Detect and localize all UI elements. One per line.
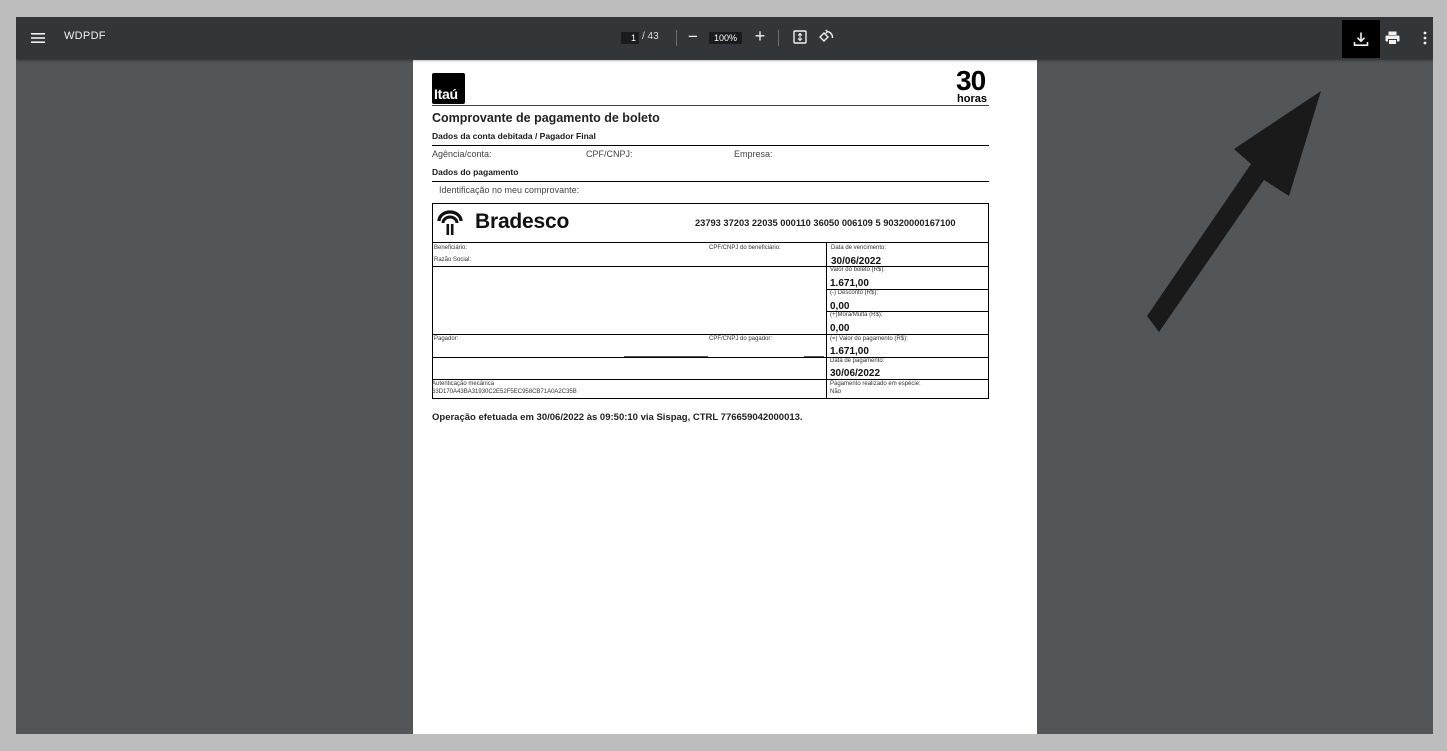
- pdf-page: Itaú 30 horas Comprovante de pagamento d…: [413, 60, 1037, 734]
- print-button[interactable]: [1382, 28, 1402, 48]
- header-rule: [432, 105, 989, 106]
- identificacao-label: Identificação no meu comprovante:: [439, 185, 580, 195]
- zoom-in-button[interactable]: +: [751, 26, 769, 46]
- boleto-rule: [432, 242, 989, 243]
- bank-name: Bradesco: [475, 210, 570, 233]
- desconto-label: (-) Desconto (R$):: [830, 290, 879, 296]
- section-payment-data: Dados do pagamento: [432, 167, 519, 177]
- section-rule: [432, 181, 989, 182]
- razao-social-label: Razão Social:: [434, 257, 472, 263]
- itau-logo-text: Itaú: [434, 86, 458, 102]
- more-options-button[interactable]: [1419, 28, 1431, 48]
- boleto-rule: [432, 357, 989, 358]
- pagamento-especie-label: Pagamento realizado em espécie:: [830, 381, 921, 387]
- fit-to-page-button[interactable]: [791, 28, 809, 46]
- toolbar-separator: [676, 30, 677, 46]
- mora-value: 0,00: [830, 323, 850, 334]
- cpf-label: CPF/CNPJ:: [586, 149, 633, 159]
- data-pagamento-value: 30/06/2022: [830, 368, 881, 379]
- mora-label: (+)Mora/Multa (R$):: [830, 312, 883, 318]
- itau-logo: Itaú: [432, 73, 465, 104]
- section-rule: [432, 145, 989, 146]
- badge-word: horas: [957, 93, 987, 105]
- section-debit-account: Dados da conta debitada / Pagador Final: [432, 131, 596, 141]
- toolbar-separator: [778, 30, 779, 46]
- vencimento-label: Data de vencimento:: [831, 245, 887, 251]
- pagador-label: Pagador:: [434, 336, 459, 342]
- autenticacao-label: Autenticação mecânica: [432, 381, 495, 387]
- valor-boleto-label: Valor do boleto (R$):: [830, 267, 885, 273]
- beneficiario-label: Beneficiário:: [434, 245, 468, 251]
- agencia-label: Agência/conta:: [432, 149, 492, 159]
- rotate-button[interactable]: [817, 27, 837, 47]
- download-icon: [1353, 32, 1369, 46]
- bradesco-logo-icon: [437, 210, 463, 235]
- autenticacao-value: 63D170A43BA31930C2E52F5EC958CB71A0A2C35B: [432, 389, 577, 395]
- boleto-rule: [432, 266, 989, 267]
- boleto-rule: [432, 334, 989, 335]
- menu-button[interactable]: [28, 28, 48, 48]
- page-total: / 43: [642, 31, 659, 42]
- zoom-level-input[interactable]: 100%: [709, 32, 742, 44]
- valor-boleto-value: 1.671,00: [830, 278, 869, 289]
- barcode-digitable-line: 23793 37203 22035 000110 36050 006109 5 …: [695, 218, 956, 228]
- more-vertical-icon: [1423, 31, 1427, 45]
- menu-icon: [31, 33, 45, 43]
- rotate-icon: [819, 29, 834, 42]
- pagamento-especie-value: Não: [830, 389, 842, 395]
- print-icon: [1385, 31, 1399, 45]
- boleto-rule: [432, 379, 989, 380]
- page-number-input[interactable]: 1: [621, 32, 639, 44]
- operation-footer: Operação efetuada em 30/06/2022 às 09:50…: [432, 412, 803, 423]
- receipt-heading: Comprovante de pagamento de boleto: [432, 111, 660, 125]
- cpf-beneficiario-label: CPF/CNPJ do beneficiário:: [709, 245, 781, 251]
- zoom-out-button[interactable]: −: [684, 27, 702, 47]
- pdf-viewer: WDPDF 1 / 43 − 100% + Itaú 30 horas Comp…: [16, 17, 1433, 734]
- data-pagamento-label: Data de pagamento:: [830, 358, 885, 364]
- download-button[interactable]: [1342, 20, 1380, 58]
- viewer-toolbar: WDPDF 1 / 43 − 100% +: [16, 17, 1433, 59]
- valor-pagamento-label: (=) Valor do pagamento (R$):: [830, 336, 908, 342]
- document-title: WDPDF: [64, 30, 106, 42]
- valor-pagamento-value: 1.671,00: [830, 346, 869, 357]
- cpf-pagador-label: CPF/CNPJ do pagador:: [709, 336, 773, 342]
- fit-to-page-icon: [793, 30, 807, 44]
- empresa-label: Empresa:: [734, 149, 773, 159]
